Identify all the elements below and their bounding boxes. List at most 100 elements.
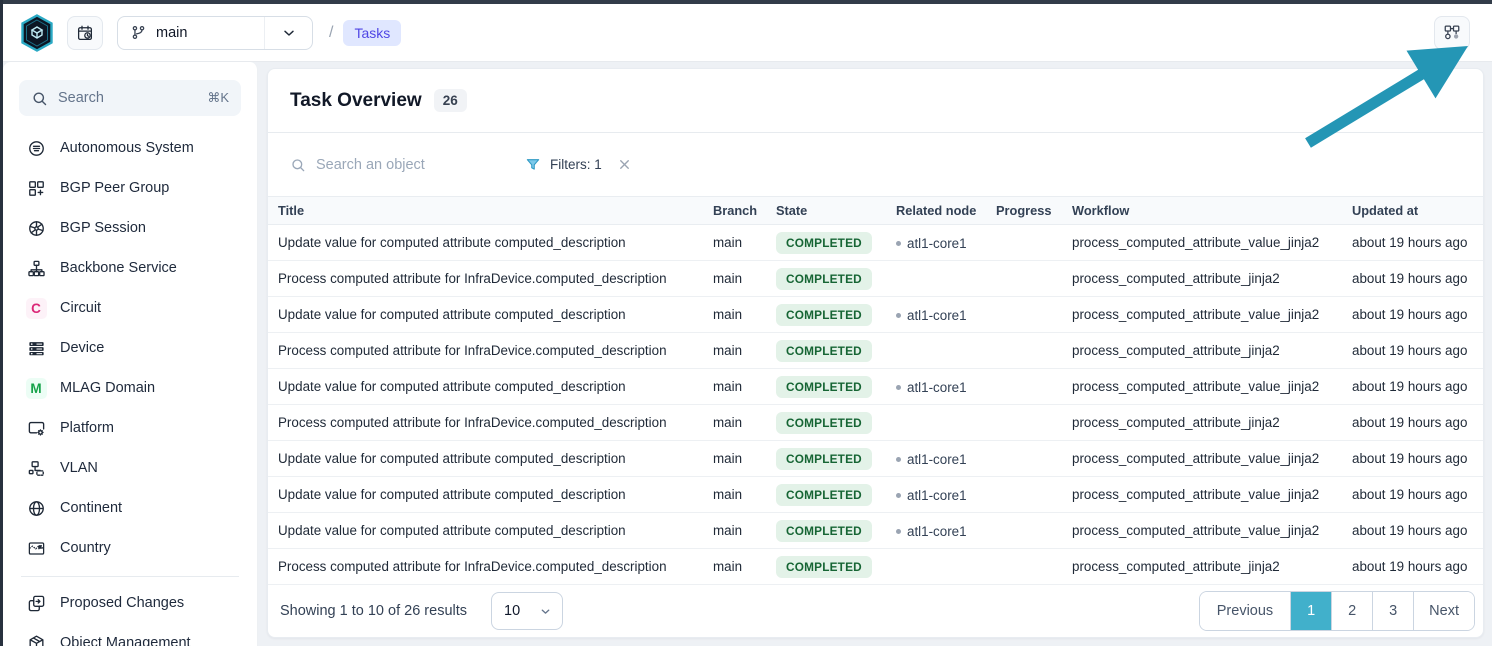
task-workflow: process_computed_attribute_jinja2: [1064, 405, 1344, 441]
letter-m-badge: M: [25, 377, 47, 399]
page-3-button[interactable]: 3: [1372, 592, 1413, 630]
branch-selector-caret[interactable]: [264, 17, 312, 49]
table-row[interactable]: Process computed attribute for InfraDevi…: [268, 549, 1483, 585]
app-logo-icon: [20, 14, 54, 52]
diff-icon: [25, 592, 47, 614]
sidebar-item-vlan[interactable]: VLAN: [19, 448, 241, 488]
object-search-placeholder: Search an object: [316, 157, 425, 173]
related-node: atl1-core1: [907, 452, 967, 467]
sidebar-item-label: Continent: [60, 500, 122, 516]
schema-button[interactable]: [1434, 16, 1470, 50]
table-row[interactable]: Update value for computed attribute comp…: [268, 297, 1483, 333]
table-row[interactable]: Process computed attribute for InfraDevi…: [268, 261, 1483, 297]
task-progress: [988, 477, 1064, 513]
sidebar-item-backbone-service[interactable]: Backbone Service: [19, 248, 241, 288]
task-progress: [988, 333, 1064, 369]
task-branch: main: [705, 477, 768, 513]
table-row[interactable]: Update value for computed attribute comp…: [268, 513, 1483, 549]
branch-selector[interactable]: main: [117, 16, 313, 50]
sidebar-item-proposed-changes[interactable]: Proposed Changes: [19, 583, 241, 623]
filter-funnel-icon: [525, 157, 541, 173]
status-badge: COMPLETED: [776, 412, 872, 434]
task-branch: main: [705, 261, 768, 297]
sidebar-item-country[interactable]: Country: [19, 528, 241, 568]
task-title: Update value for computed attribute comp…: [268, 297, 705, 333]
page-size-value: 10: [504, 603, 520, 619]
table-row[interactable]: Process computed attribute for InfraDevi…: [268, 405, 1483, 441]
filter-bar: Search an object Filters: 1: [268, 133, 1483, 196]
table-row[interactable]: Update value for computed attribute comp…: [268, 477, 1483, 513]
sidebar-item-bgp-session[interactable]: BGP Session: [19, 208, 241, 248]
filters-label: Filters: 1: [550, 157, 602, 172]
task-workflow: process_computed_attribute_jinja2: [1064, 549, 1344, 585]
node-dot-icon: [896, 493, 901, 498]
sidebar-item-label: Country: [60, 540, 111, 556]
task-title: Update value for computed attribute comp…: [268, 225, 705, 261]
task-title: Process computed attribute for InfraDevi…: [268, 549, 705, 585]
sidebar-item-label: VLAN: [60, 460, 98, 476]
filters-indicator[interactable]: Filters: 1: [525, 157, 632, 173]
bgp-session-icon: [25, 217, 47, 239]
node-dot-icon: [896, 313, 901, 318]
node-dot-icon: [896, 241, 901, 246]
col-state: State: [768, 197, 888, 225]
table-row[interactable]: Update value for computed attribute comp…: [268, 369, 1483, 405]
app-logo[interactable]: [19, 13, 55, 53]
time-travel-button[interactable]: [67, 16, 103, 50]
branch-selector-value[interactable]: main: [118, 24, 264, 41]
sidebar-item-circuit[interactable]: C Circuit: [19, 288, 241, 328]
letter-c-badge: C: [25, 297, 47, 319]
clear-filters-button[interactable]: [617, 157, 632, 172]
table-row[interactable]: Update value for computed attribute comp…: [268, 441, 1483, 477]
schema-icon: [1443, 22, 1461, 43]
sidebar-item-autonomous-system[interactable]: Autonomous System: [19, 128, 241, 168]
sidebar-item-mlag-domain[interactable]: M MLAG Domain: [19, 368, 241, 408]
table-row[interactable]: Update value for computed attribute comp…: [268, 225, 1483, 261]
sidebar-item-label: Platform: [60, 420, 114, 436]
task-updated: about 19 hours ago: [1344, 369, 1483, 405]
task-updated: about 19 hours ago: [1344, 333, 1483, 369]
breadcrumb-tasks[interactable]: Tasks: [343, 20, 401, 46]
sidebar-item-label: BGP Peer Group: [60, 180, 169, 196]
sidebar: Search ⌘K Autonomous System BGP Peer Gro…: [3, 62, 258, 646]
task-branch: main: [705, 549, 768, 585]
task-workflow: process_computed_attribute_value_jinja2: [1064, 513, 1344, 549]
breadcrumb-separator: /: [329, 24, 333, 42]
task-branch: main: [705, 333, 768, 369]
sidebar-item-platform[interactable]: Platform: [19, 408, 241, 448]
task-progress: [988, 261, 1064, 297]
page-title: Task Overview: [290, 90, 422, 112]
search-icon: [31, 90, 48, 107]
related-node: atl1-core1: [907, 380, 967, 395]
task-workflow: process_computed_attribute_value_jinja2: [1064, 225, 1344, 261]
task-updated: about 19 hours ago: [1344, 441, 1483, 477]
sidebar-item-device[interactable]: Device: [19, 328, 241, 368]
task-count-badge: 26: [434, 89, 467, 112]
tasks-table: Title Branch State Related node Progress…: [268, 196, 1483, 585]
task-updated: about 19 hours ago: [1344, 549, 1483, 585]
close-icon: [617, 157, 632, 172]
table-header-row: Title Branch State Related node Progress…: [268, 197, 1483, 225]
page-1-button[interactable]: 1: [1290, 592, 1331, 630]
page-2-button[interactable]: 2: [1331, 592, 1372, 630]
next-page-button[interactable]: Next: [1413, 592, 1474, 630]
sidebar-item-label: Backbone Service: [60, 260, 177, 276]
task-branch: main: [705, 297, 768, 333]
sidebar-item-object-management[interactable]: Object Management: [19, 623, 241, 646]
sidebar-search[interactable]: Search ⌘K: [19, 80, 241, 116]
object-search-input[interactable]: Search an object: [290, 157, 485, 173]
task-updated: about 19 hours ago: [1344, 297, 1483, 333]
backbone-service-icon: [25, 257, 47, 279]
table-footer: Showing 1 to 10 of 26 results 10 Previou…: [268, 585, 1483, 637]
sidebar-item-continent[interactable]: Continent: [19, 488, 241, 528]
previous-page-button[interactable]: Previous: [1200, 592, 1290, 630]
sidebar-item-label: Object Management: [60, 635, 191, 646]
task-branch: main: [705, 405, 768, 441]
panel-header: Task Overview 26: [268, 69, 1483, 133]
task-progress: [988, 441, 1064, 477]
page-size-select[interactable]: 10: [491, 592, 563, 630]
table-row[interactable]: Process computed attribute for InfraDevi…: [268, 333, 1483, 369]
sidebar-item-bgp-peer-group[interactable]: BGP Peer Group: [19, 168, 241, 208]
task-updated: about 19 hours ago: [1344, 261, 1483, 297]
results-summary: Showing 1 to 10 of 26 results: [280, 603, 467, 619]
